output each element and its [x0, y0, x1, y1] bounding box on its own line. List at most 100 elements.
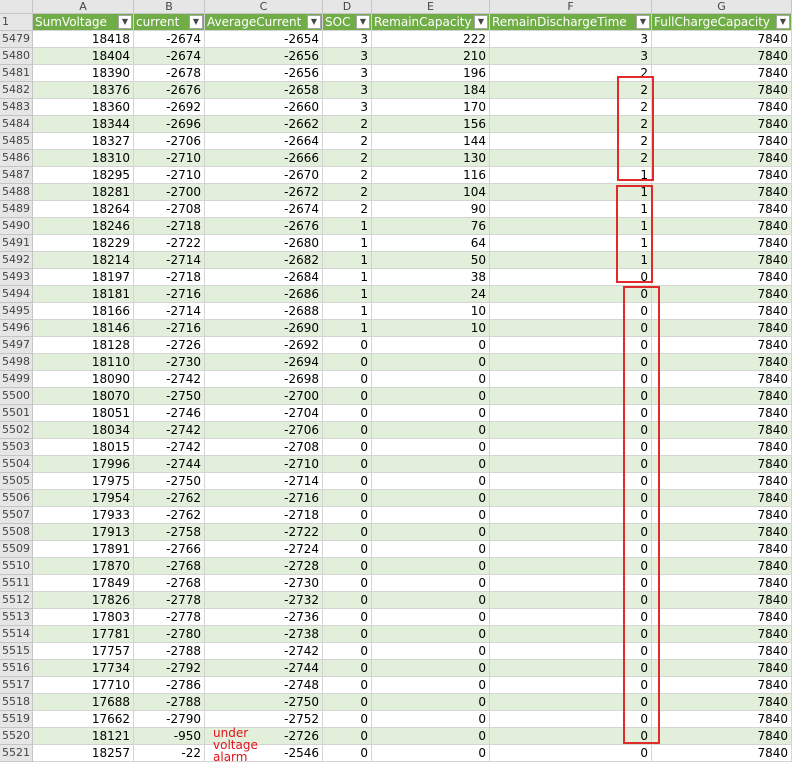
table-cell[interactable]: 7840: [652, 150, 792, 167]
table-cell[interactable]: 7840: [652, 201, 792, 218]
table-cell[interactable]: -2676: [205, 218, 323, 235]
table-cell[interactable]: 104: [372, 184, 490, 201]
row-number[interactable]: 5518: [0, 694, 33, 711]
table-cell[interactable]: -2736: [205, 609, 323, 626]
table-cell[interactable]: 7840: [652, 456, 792, 473]
table-cell[interactable]: 7840: [652, 269, 792, 286]
table-cell[interactable]: 18070: [33, 388, 134, 405]
table-cell[interactable]: -2730: [205, 575, 323, 592]
table-cell[interactable]: -2656: [205, 48, 323, 65]
table-cell[interactable]: -2666: [205, 150, 323, 167]
table-cell[interactable]: 0: [323, 643, 372, 660]
table-cell[interactable]: 0: [323, 592, 372, 609]
table-cell[interactable]: 18327: [33, 133, 134, 150]
table-cell[interactable]: 0: [323, 507, 372, 524]
column-letter-f[interactable]: F: [490, 0, 652, 14]
row-number[interactable]: 5513: [0, 609, 33, 626]
table-cell[interactable]: 0: [323, 711, 372, 728]
table-cell[interactable]: 0: [323, 558, 372, 575]
table-cell[interactable]: 18295: [33, 167, 134, 184]
table-cell[interactable]: 0: [372, 609, 490, 626]
table-cell[interactable]: -2738: [205, 626, 323, 643]
table-cell[interactable]: 7840: [652, 31, 792, 48]
row-number[interactable]: 5503: [0, 439, 33, 456]
table-cell[interactable]: -2788: [134, 643, 205, 660]
table-cell[interactable]: 7840: [652, 82, 792, 99]
table-cell[interactable]: 0: [323, 575, 372, 592]
table-cell[interactable]: 0: [372, 728, 490, 745]
table-cell[interactable]: 7840: [652, 354, 792, 371]
table-cell[interactable]: -2700: [134, 184, 205, 201]
table-cell[interactable]: 18264: [33, 201, 134, 218]
table-cell[interactable]: -2674: [134, 31, 205, 48]
table-cell[interactable]: -2654: [205, 31, 323, 48]
table-cell[interactable]: -2660: [205, 99, 323, 116]
table-cell[interactable]: -2716: [134, 320, 205, 337]
table-cell[interactable]: 0: [372, 507, 490, 524]
dropdown-arrow-icon[interactable]: ▼: [474, 15, 488, 29]
table-cell[interactable]: 7840: [652, 711, 792, 728]
table-cell[interactable]: 3: [323, 82, 372, 99]
table-cell[interactable]: -2706: [205, 422, 323, 439]
table-cell[interactable]: 7840: [652, 473, 792, 490]
dropdown-arrow-icon[interactable]: ▼: [356, 15, 370, 29]
table-cell[interactable]: 18181: [33, 286, 134, 303]
table-cell[interactable]: 18166: [33, 303, 134, 320]
table-cell[interactable]: -2788: [134, 694, 205, 711]
column-letter-e[interactable]: E: [372, 0, 490, 14]
row-number[interactable]: 5481: [0, 65, 33, 82]
table-cell[interactable]: -2748: [205, 677, 323, 694]
table-cell[interactable]: -2728: [205, 558, 323, 575]
table-cell[interactable]: 0: [372, 711, 490, 728]
row-number[interactable]: 5502: [0, 422, 33, 439]
table-cell[interactable]: 1: [323, 269, 372, 286]
table-cell[interactable]: 18051: [33, 405, 134, 422]
row-number[interactable]: 5480: [0, 48, 33, 65]
table-cell[interactable]: 2: [323, 167, 372, 184]
table-cell[interactable]: -2658: [205, 82, 323, 99]
table-cell[interactable]: 210: [372, 48, 490, 65]
table-cell[interactable]: -2710: [205, 456, 323, 473]
table-cell[interactable]: 7840: [652, 524, 792, 541]
table-cell[interactable]: 18404: [33, 48, 134, 65]
table-cell[interactable]: -2762: [134, 507, 205, 524]
table-cell[interactable]: 0: [372, 643, 490, 660]
table-cell[interactable]: -2750: [134, 388, 205, 405]
table-cell[interactable]: -2674: [205, 201, 323, 218]
table-cell[interactable]: 17933: [33, 507, 134, 524]
row-number[interactable]: 5495: [0, 303, 33, 320]
table-cell[interactable]: 0: [323, 337, 372, 354]
table-cell[interactable]: -2710: [134, 150, 205, 167]
table-cell[interactable]: 17996: [33, 456, 134, 473]
table-cell[interactable]: 17803: [33, 609, 134, 626]
table-cell[interactable]: 18090: [33, 371, 134, 388]
table-cell[interactable]: -2718: [134, 218, 205, 235]
table-cell[interactable]: 18214: [33, 252, 134, 269]
row-number[interactable]: 5505: [0, 473, 33, 490]
table-cell[interactable]: 10: [372, 303, 490, 320]
row-number[interactable]: 5500: [0, 388, 33, 405]
table-cell[interactable]: 0: [323, 745, 372, 762]
row-number[interactable]: 5514: [0, 626, 33, 643]
table-cell[interactable]: 10: [372, 320, 490, 337]
table-cell[interactable]: 0: [372, 524, 490, 541]
table-cell[interactable]: -2684: [205, 269, 323, 286]
table-cell[interactable]: 7840: [652, 167, 792, 184]
row-number[interactable]: 5508: [0, 524, 33, 541]
table-cell[interactable]: -950: [134, 728, 205, 745]
table-cell[interactable]: 0: [490, 745, 652, 762]
table-cell[interactable]: 7840: [652, 660, 792, 677]
table-cell[interactable]: 18015: [33, 439, 134, 456]
dropdown-arrow-icon[interactable]: ▼: [118, 15, 132, 29]
table-cell[interactable]: -2718: [205, 507, 323, 524]
table-cell[interactable]: 64: [372, 235, 490, 252]
row-number[interactable]: 5491: [0, 235, 33, 252]
table-cell[interactable]: -2704: [205, 405, 323, 422]
table-cell[interactable]: 7840: [652, 405, 792, 422]
table-cell[interactable]: 0: [323, 728, 372, 745]
row-number[interactable]: 5520: [0, 728, 33, 745]
table-cell[interactable]: -2682: [205, 252, 323, 269]
table-cell[interactable]: 0: [323, 371, 372, 388]
table-cell[interactable]: 17757: [33, 643, 134, 660]
row-number[interactable]: 5519: [0, 711, 33, 728]
